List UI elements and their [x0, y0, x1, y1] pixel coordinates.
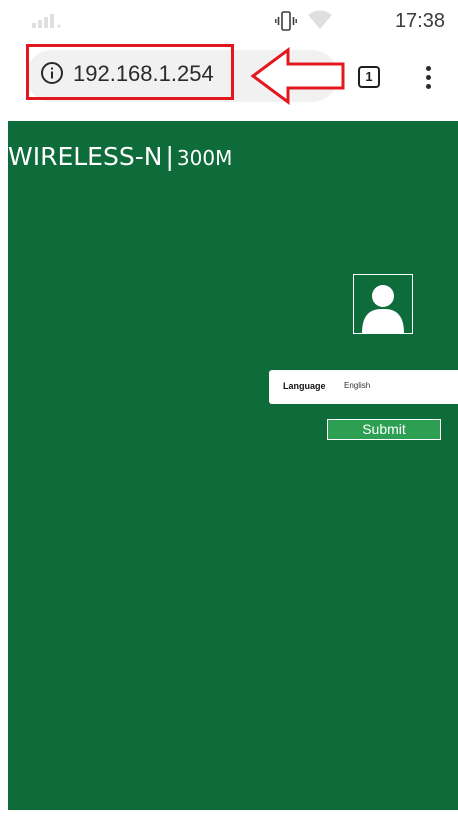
info-icon[interactable] [40, 61, 64, 85]
user-silhouette-icon [362, 285, 404, 333]
wifi-icon [308, 10, 332, 29]
router-title: WIRELESS-N | 300M [8, 142, 232, 171]
more-menu-icon[interactable] [418, 64, 438, 92]
user-avatar-icon [353, 274, 413, 334]
speed-label: 300M [176, 146, 233, 170]
router-login-page: WIRELESS-N | 300M Language English Submit [8, 121, 458, 810]
address-bar[interactable]: 192.168.1.254 [26, 44, 234, 100]
tab-switcher-icon[interactable]: 1 [358, 66, 380, 88]
url-text[interactable]: 192.168.1.254 [73, 61, 214, 87]
browser-toolbar: 192.168.1.254 1 [0, 42, 458, 114]
left-arrow-annotation-icon [250, 47, 345, 105]
phone-screen: 17:38 192.168.1.254 1 WIRELESS-N|300M [0, 0, 458, 816]
language-label: Language [283, 381, 326, 391]
submit-button[interactable]: Submit [327, 419, 441, 440]
status-time: 17:38 [394, 10, 445, 32]
model-name: WIRELESS-N [8, 142, 163, 171]
vibrate-icon [275, 11, 297, 31]
language-panel: Language English [269, 370, 458, 404]
status-bar: 17:38 [0, 0, 458, 42]
title-separator: | [165, 142, 174, 171]
signal-icon [32, 14, 61, 28]
language-select[interactable]: English [344, 381, 370, 390]
